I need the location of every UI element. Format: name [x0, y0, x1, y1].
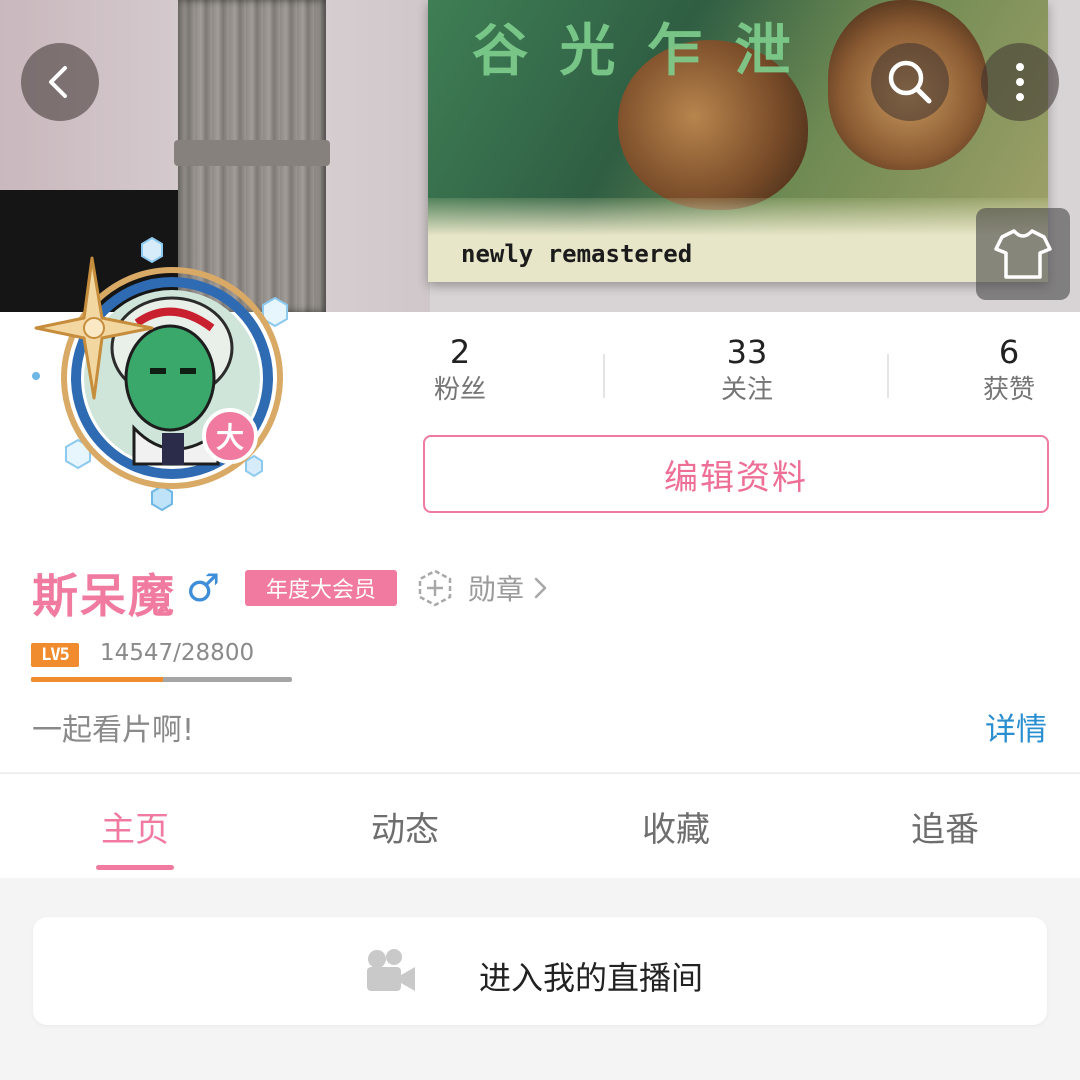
- vip-badge[interactable]: 年度大会员: [245, 570, 397, 606]
- live-room-card[interactable]: 进入我的直播间: [33, 917, 1047, 1025]
- poster-caption: newly remastered: [461, 240, 693, 268]
- more-vertical-icon: [1016, 63, 1024, 101]
- medal-link[interactable]: 勋章: [416, 566, 550, 610]
- tab-bangumi[interactable]: 追番: [865, 802, 1025, 851]
- user-name: 斯呆魔: [32, 569, 176, 623]
- stat-fans[interactable]: 2 粉丝: [420, 332, 500, 408]
- edit-profile-button[interactable]: 编辑资料: [423, 435, 1049, 513]
- level-badge: LV5: [31, 643, 79, 667]
- detail-link[interactable]: 详情: [985, 704, 1047, 749]
- exp-progress-bar: [31, 677, 292, 682]
- stat-fans-label: 粉丝: [433, 375, 486, 405]
- stat-likes[interactable]: 6 获赞: [969, 332, 1049, 408]
- profile-tabs: 主页 动态 收藏 追番: [0, 773, 1080, 878]
- search-icon: [888, 60, 932, 104]
- vip-avatar-badge: 大: [215, 421, 244, 454]
- medal-add-icon: [418, 569, 452, 607]
- gender-male-icon: ♂: [186, 566, 221, 610]
- avatar[interactable]: 大: [22, 228, 312, 518]
- tab-dynamic[interactable]: 动态: [325, 802, 485, 851]
- back-button[interactable]: [21, 43, 99, 121]
- tshirt-icon: [994, 229, 1052, 279]
- avatar-frame: [32, 236, 288, 512]
- stat-likes-label: 获赞: [982, 375, 1035, 405]
- search-button[interactable]: [871, 43, 949, 121]
- chevron-right-icon: [534, 577, 547, 599]
- chevron-left-icon: [49, 66, 67, 98]
- live-room-label: 进入我的直播间: [479, 959, 704, 997]
- medal-label: 勋章: [468, 573, 525, 606]
- stat-following-value: 33: [726, 333, 768, 371]
- stat-following-label: 关注: [720, 375, 773, 405]
- stat-fans-value: 2: [449, 333, 471, 371]
- stat-following[interactable]: 33 关注: [702, 332, 792, 408]
- video-camera-icon: [367, 949, 415, 991]
- stats-row: 2 粉丝 33 关注 6 获赞: [420, 332, 1080, 412]
- exp-progress-fill: [31, 677, 163, 682]
- stat-likes-value: 6: [998, 333, 1020, 371]
- stat-divider: [887, 354, 889, 398]
- tab-favorites[interactable]: 收藏: [596, 802, 756, 851]
- exp-text: 14547/28800: [100, 640, 255, 666]
- more-button[interactable]: [981, 43, 1059, 121]
- user-signature: 一起看片啊!: [32, 713, 195, 748]
- tab-home[interactable]: 主页: [55, 802, 215, 851]
- active-tab-indicator: [96, 865, 174, 870]
- banner-poster: 谷 光 乍 泄 newly remastered: [428, 0, 1048, 282]
- stat-divider: [603, 354, 605, 398]
- dress-up-button[interactable]: [976, 208, 1070, 300]
